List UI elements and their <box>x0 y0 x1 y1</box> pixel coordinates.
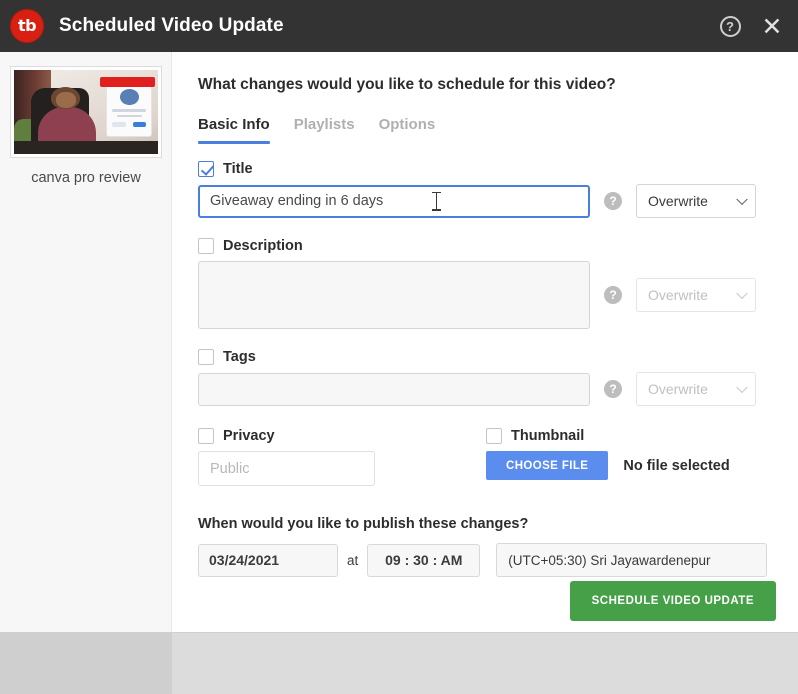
chevron-down-icon <box>736 194 747 205</box>
scheduled-video-update-dialog: tb Scheduled Video Update ? ✕ <box>0 0 798 694</box>
description-field-row: ? Overwrite <box>198 261 772 329</box>
thumb-person-face <box>56 92 76 108</box>
close-icon: ✕ <box>762 14 783 39</box>
thumb-card-line <box>117 115 142 118</box>
dialog-footer: SCHEDULE VIDEO UPDATE <box>0 632 798 694</box>
timezone-value: (UTC+05:30) Sri Jayawardenepur <box>508 553 710 568</box>
thumbnail-upload-row: CHOOSE FILE No file selected <box>486 451 730 480</box>
video-title-caption: canva pro review <box>0 170 172 186</box>
tab-options[interactable]: Options <box>379 116 436 141</box>
video-thumbnail-image <box>14 70 158 154</box>
thumb-card-line <box>112 109 145 112</box>
choose-file-button[interactable]: CHOOSE FILE <box>486 451 608 480</box>
description-mode-select[interactable]: Overwrite <box>636 278 756 312</box>
video-sidebar: canva pro review <box>0 52 172 632</box>
schedule-row: 03/24/2021 at 09 : 30 : AM (UTC+05:30) S… <box>198 543 772 577</box>
tags-input[interactable] <box>198 373 590 406</box>
privacy-thumbnail-row: Privacy Public Thumbnail CHOOSE FILE No … <box>198 428 772 486</box>
tags-field-group: Tags ? Overwrite <box>198 349 772 406</box>
description-help-icon[interactable]: ? <box>604 286 622 304</box>
thumb-card-button <box>112 122 125 127</box>
text-cursor-icon <box>436 192 437 211</box>
at-label: at <box>347 553 358 568</box>
description-textarea[interactable] <box>198 261 590 329</box>
tags-field-header: Tags <box>198 349 772 365</box>
tags-mode-select[interactable]: Overwrite <box>636 372 756 406</box>
schedule-date-input[interactable]: 03/24/2021 <box>198 544 338 577</box>
file-status-text: No file selected <box>623 458 729 474</box>
tags-label: Tags <box>223 349 256 365</box>
tab-bar: Basic Info Playlists Options <box>198 116 772 141</box>
description-label: Description <box>223 238 303 254</box>
description-checkbox[interactable] <box>198 238 214 254</box>
dialog-body: canva pro review What changes would you … <box>0 52 798 632</box>
tags-mode-value: Overwrite <box>648 381 708 397</box>
title-field-header: Title <box>198 161 772 177</box>
description-field-header: Description <box>198 238 772 254</box>
help-button[interactable]: ? <box>718 14 742 38</box>
privacy-select[interactable]: Public <box>198 451 375 486</box>
dialog-titlebar: tb Scheduled Video Update ? ✕ <box>0 0 798 52</box>
timezone-select[interactable]: (UTC+05:30) Sri Jayawardenepur <box>496 543 767 577</box>
thumb-card-button <box>133 122 146 127</box>
privacy-field-group: Privacy Public <box>198 428 486 486</box>
description-field-group: Description ? Overwrite <box>198 238 772 329</box>
title-field-row: ? Overwrite <box>198 184 772 218</box>
thumbnail-checkbox[interactable] <box>486 428 502 444</box>
chevron-down-icon <box>736 382 747 393</box>
description-mode-value: Overwrite <box>648 287 708 303</box>
thumb-overlay-card <box>106 82 152 137</box>
thumbnail-label: Thumbnail <box>511 428 584 444</box>
main-panel: What changes would you like to schedule … <box>172 52 798 632</box>
tubebuddy-logo-icon: tb <box>10 9 44 43</box>
close-button[interactable]: ✕ <box>760 14 784 38</box>
thumb-card-avatar <box>120 89 139 105</box>
schedule-video-update-button[interactable]: SCHEDULE VIDEO UPDATE <box>570 581 776 621</box>
privacy-checkbox[interactable] <box>198 428 214 444</box>
chevron-down-icon <box>736 288 747 299</box>
tab-playlists[interactable]: Playlists <box>294 116 355 141</box>
thumb-red-banner <box>100 77 155 87</box>
page-title: What changes would you like to schedule … <box>198 76 772 94</box>
schedule-time-input[interactable]: 09 : 30 : AM <box>367 544 480 577</box>
thumbnail-field-group: Thumbnail CHOOSE FILE No file selected <box>486 428 730 486</box>
thumb-desk <box>14 141 158 154</box>
title-mode-select[interactable]: Overwrite <box>636 184 756 218</box>
tab-basic-info[interactable]: Basic Info <box>198 116 270 141</box>
title-checkbox[interactable] <box>198 161 214 177</box>
help-icon: ? <box>720 16 741 37</box>
tags-field-row: ? Overwrite <box>198 372 772 406</box>
dialog-title: Scheduled Video Update <box>59 15 284 37</box>
thumbnail-field-header: Thumbnail <box>486 428 730 444</box>
title-help-icon[interactable]: ? <box>604 192 622 210</box>
title-input[interactable] <box>198 185 590 218</box>
video-thumbnail <box>10 66 162 158</box>
titlebar-actions: ? ✕ <box>718 0 784 52</box>
title-field-group: Title ? Overwrite <box>198 161 772 218</box>
tags-help-icon[interactable]: ? <box>604 380 622 398</box>
schedule-section-title: When would you like to publish these cha… <box>198 516 772 532</box>
title-label: Title <box>223 161 253 177</box>
privacy-value: Public <box>210 461 250 477</box>
title-mode-value: Overwrite <box>648 193 708 209</box>
privacy-label: Privacy <box>223 428 275 444</box>
privacy-field-header: Privacy <box>198 428 486 444</box>
logo-text: tb <box>18 18 36 34</box>
tags-checkbox[interactable] <box>198 349 214 365</box>
footer-sidebar-strip <box>0 633 172 694</box>
